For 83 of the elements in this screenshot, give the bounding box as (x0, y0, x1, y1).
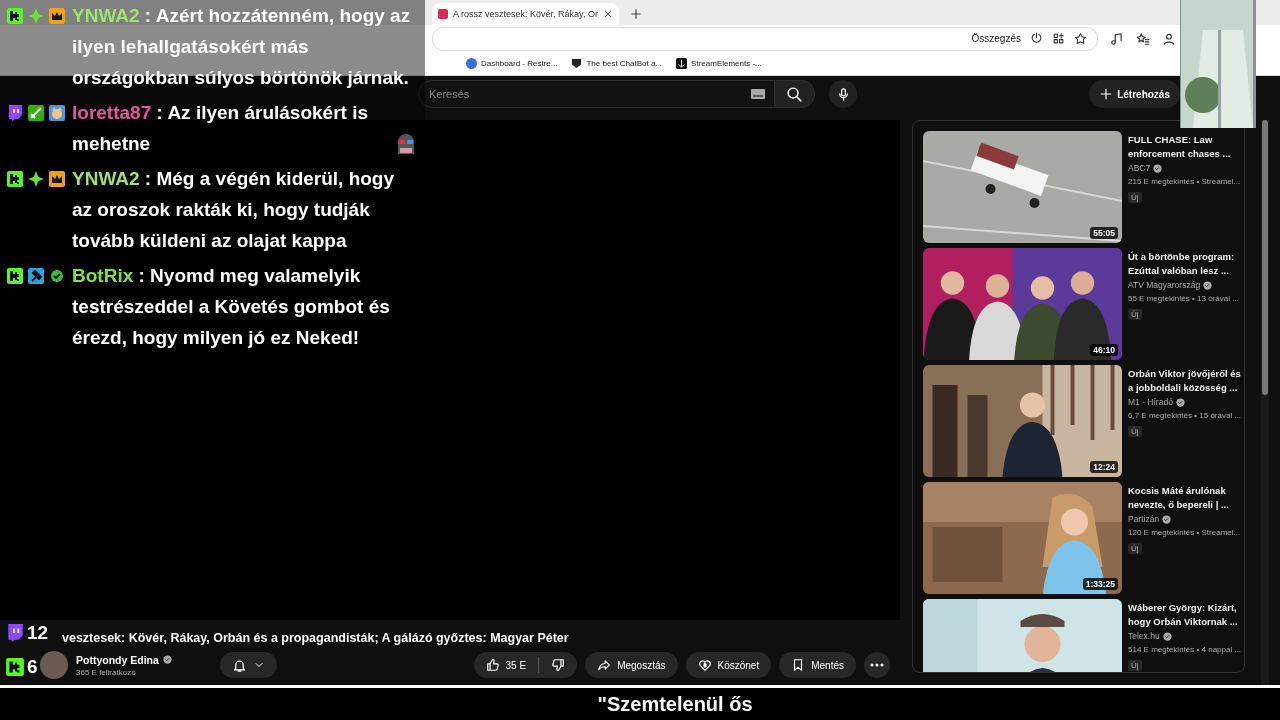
summary-label[interactable]: Összegzés (971, 33, 1021, 44)
new-badge: Új (1128, 309, 1142, 320)
chat-message: YNWA2 : Azért hozzátenném, hogy az ilyen lehallgatásokért más országokban súlyos börtönök járnak. (72, 4, 412, 90)
star-icon (1074, 32, 1087, 45)
video-stats: 215 E megtekintés • Streamel... (1128, 177, 1242, 186)
music-note-icon (1110, 31, 1124, 46)
channel-name[interactable]: M1 - Híradó (1128, 397, 1173, 407)
share-arrow-icon (597, 658, 612, 672)
video-title[interactable]: Wáberer György: Kizárt, hogy Orbán Viktornak ... (1128, 601, 1244, 629)
crown-badge-icon (48, 7, 66, 25)
kick-logo-icon (6, 7, 24, 25)
video-title[interactable]: FULL CHASE: Law enforcement chases ... (1128, 133, 1244, 161)
video-title[interactable]: Kocsis Máté árulónak nevezte, ő bepereli | ... (1128, 484, 1244, 512)
address-bar[interactable]: Összegzés (432, 26, 1098, 51)
new-badge: Új (1128, 660, 1142, 671)
heart-dollar-icon (697, 658, 712, 672)
viewer-count: 12 (27, 622, 49, 644)
apps-icon (1052, 32, 1065, 45)
diamond-badge-icon (27, 170, 45, 188)
person-icon (1162, 31, 1176, 46)
action-button[interactable]: Mentés (779, 652, 856, 678)
video-stats: 514 E megtekintés • 4 nappal ... (1128, 645, 1243, 654)
channel-name[interactable]: Pottyondy Edina (76, 653, 159, 666)
bookmark[interactable]: The best ChatBot a... (571, 58, 663, 69)
crown-badge-icon (48, 170, 66, 188)
viewer-count: 6 (27, 656, 38, 678)
search-button[interactable] (775, 80, 815, 108)
video-duration: 12:24 (1090, 461, 1118, 473)
more-button[interactable] (864, 652, 890, 678)
search-field[interactable]: Keresés (418, 80, 775, 108)
video-duration: 55:05 (1090, 227, 1118, 239)
channel-name[interactable]: Telex.hu (1128, 631, 1160, 641)
new-badge: Új (1128, 543, 1142, 554)
video-stats: 6,7 E megtekintés • 15 órával ... (1128, 411, 1243, 420)
new-badge: Új (1128, 192, 1142, 203)
browser-tab[interactable]: A rossz vesztesek: Kövér, Rákay, Or (432, 3, 619, 25)
action-button[interactable]: Köszönet (685, 652, 772, 678)
video-stats: 55 E megtekintés • 13 órával ... (1128, 294, 1240, 303)
video-title: vesztesek: Kövér, Rákay, Orbán és a propagandisták; A gálázó győztes: Magyar Péter (62, 631, 570, 645)
channel-name[interactable]: ABC7 (1128, 163, 1151, 173)
bell-icon (231, 657, 247, 673)
subscriber-count: 365 E feliratkozó (76, 667, 137, 677)
video-title[interactable]: Út a börtönbe program: Ezúttal valóban lesz ... (1128, 250, 1244, 278)
kick-logo-icon (6, 170, 24, 188)
shield-icon (571, 58, 583, 69)
new-tab-icon[interactable] (628, 7, 643, 21)
anchor-icon (676, 58, 688, 69)
video-duration: 46:10 (1090, 344, 1118, 356)
scrollbar[interactable] (1261, 120, 1269, 685)
keyboard-icon[interactable] (751, 89, 765, 99)
search-icon (786, 85, 803, 103)
thumbs-up-icon (485, 658, 500, 672)
cat-badge-icon (48, 104, 66, 122)
channel-name[interactable]: ATV Magyarország (1128, 280, 1201, 290)
microphone-button[interactable] (829, 80, 857, 108)
sword-badge-icon (27, 104, 45, 122)
caption-text: "Szemtelenül ős (596, 692, 753, 716)
twitch-logo-icon (6, 104, 24, 122)
plus-icon (1099, 87, 1114, 101)
create-button[interactable]: Létrehozás (1089, 80, 1180, 108)
thumbs-down-icon (551, 658, 566, 672)
kick-logo-icon (6, 267, 24, 285)
chat-message: loretta87 : Az ilyen árulásokért is mehetne (72, 101, 370, 156)
video-duration: 1:33:25 (1082, 578, 1118, 590)
channel-name[interactable]: Partizán (1128, 514, 1160, 524)
verified-badge-icon (48, 267, 66, 285)
hammer-badge-icon (27, 267, 45, 285)
chat-message: YNWA2 : Még a végén kiderül, hogy az oroszok rakták ki, hogy tudják tovább küldeni az olajat kappa (72, 167, 396, 253)
more-icon (870, 663, 884, 667)
bookmark[interactable]: Dashboard - Restre... (466, 58, 558, 69)
new-badge: Új (1128, 426, 1142, 437)
diamond-badge-icon (27, 7, 45, 25)
bookmark[interactable]: StreamElements -... (676, 58, 762, 69)
channel-avatar[interactable] (40, 651, 68, 679)
notification-button[interactable] (219, 652, 277, 678)
favorites-list-icon (1136, 31, 1150, 46)
chat-message: BotRix : Nyomd meg valamelyik testrészeddel a Követés gombot és érezd, hogy milyen jó ez Neked! (72, 264, 391, 350)
action-button[interactable]: Megosztás (585, 652, 678, 678)
round-logo-icon (466, 58, 477, 69)
video-stats: 120 E megtekintés • Streamel... (1128, 528, 1242, 537)
kick-logo-icon (5, 657, 25, 677)
close-icon (602, 9, 613, 19)
video-title[interactable]: Orbán Viktor jövőjéről és a jobboldali közösség ... (1128, 367, 1244, 395)
